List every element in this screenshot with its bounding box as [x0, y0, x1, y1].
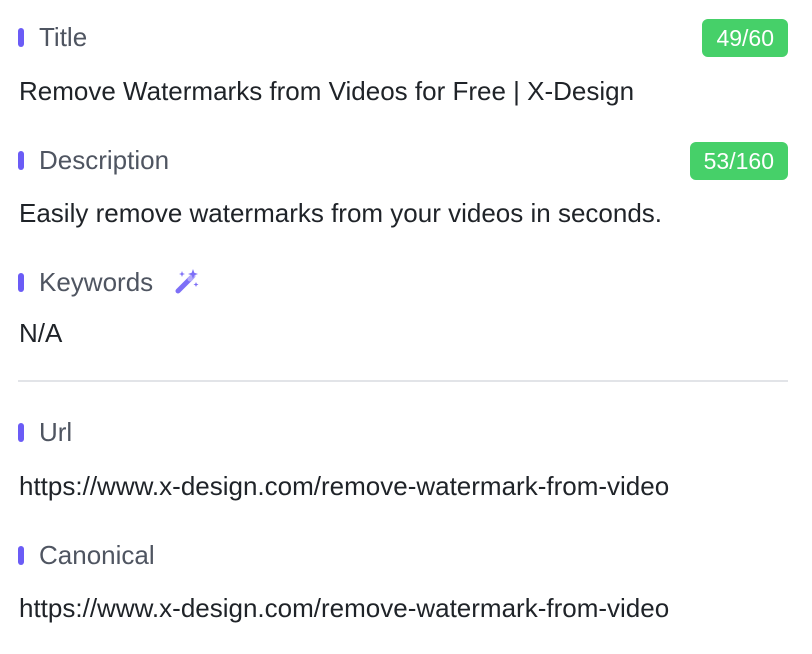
keywords-value: N/A [19, 318, 63, 348]
section-marker [18, 272, 24, 292]
title-section-header: Title 49/60 [18, 19, 788, 57]
title-value: Remove Watermarks from Videos for Free |… [19, 76, 635, 106]
section-divider [18, 380, 788, 382]
section-marker [18, 545, 24, 565]
section-marker [18, 27, 24, 47]
description-section-header: Description 53/160 [18, 142, 788, 180]
magic-wand-icon[interactable] [173, 268, 201, 296]
url-label: Url [39, 417, 73, 447]
url-value[interactable]: https://www.x-design.com/remove-watermar… [19, 469, 789, 503]
description-label: Description [39, 145, 170, 175]
canonical-value[interactable]: https://www.x-design.com/remove-watermar… [19, 591, 789, 625]
section-marker [18, 150, 24, 170]
title-label: Title [39, 22, 88, 52]
canonical-label: Canonical [39, 540, 155, 570]
canonical-section-header: Canonical [18, 538, 788, 572]
description-length-badge: 53/160 [689, 142, 788, 180]
keywords-label: Keywords [39, 267, 154, 297]
section-marker [18, 422, 24, 442]
url-section-header: Url [18, 415, 788, 449]
keywords-section-header: Keywords [18, 265, 788, 299]
description-value: Easily remove watermarks from your video… [19, 198, 663, 228]
title-length-badge: 49/60 [702, 19, 788, 57]
seo-summary-panel: Title 49/60 Remove Watermarks from Video… [0, 0, 812, 654]
